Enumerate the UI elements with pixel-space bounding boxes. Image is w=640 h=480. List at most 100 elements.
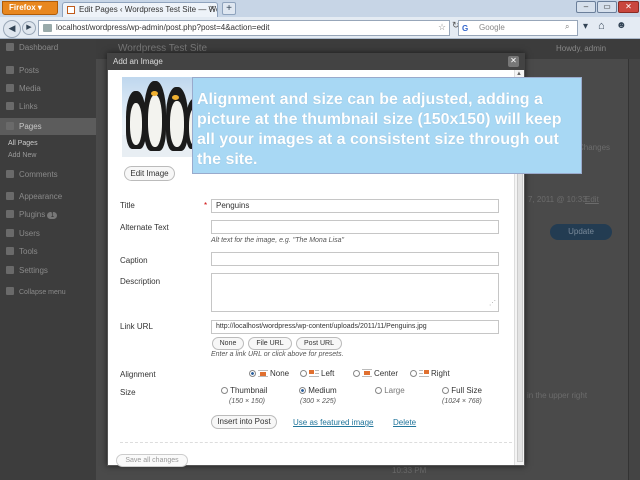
size-thumbnail-label: Thumbnail <box>230 386 268 395</box>
edit-image-button[interactable]: Edit Image <box>124 166 175 181</box>
address-bar[interactable]: localhost/wordpress/wp-admin/post.php?po… <box>38 20 450 36</box>
bg-time-text: 10:33 PM <box>392 466 427 475</box>
tab-close-icon[interactable]: ✕ <box>209 4 216 13</box>
menu-item-users[interactable]: Users <box>6 229 40 238</box>
forward-icon[interactable]: ▶ <box>22 21 36 35</box>
align-none-option[interactable]: None <box>249 369 289 378</box>
menu-item-label: Comments <box>19 170 58 179</box>
save-all-changes-button[interactable]: Save all changes <box>116 454 188 467</box>
google-search-engine-icon: G <box>462 24 469 33</box>
size-medium-option[interactable]: Medium <box>299 386 337 395</box>
align-none-radio[interactable] <box>249 370 256 377</box>
link-url-value: http://localhost/wordpress/wp-content/up… <box>216 323 427 330</box>
tutorial-callout: Alignment and size can be adjusted, addi… <box>192 77 582 174</box>
menu-item-posts[interactable]: Posts <box>6 66 39 75</box>
howdy-menu[interactable]: Howdy, admin <box>556 44 606 53</box>
menu-item-label: Plugins <box>19 210 46 219</box>
bookmarks-icon[interactable]: ▾ <box>583 21 588 32</box>
submenu-add-new[interactable]: Add New <box>8 152 36 159</box>
post-url-button[interactable]: Post URL <box>296 337 342 350</box>
firefox-menu-button[interactable]: Firefox ▾ <box>2 1 58 15</box>
size-full-option[interactable]: Full Size <box>442 386 482 395</box>
title-value: Penguins <box>216 201 250 210</box>
size-medium-radio[interactable] <box>299 387 306 394</box>
menu-item-media[interactable]: Media <box>6 84 41 93</box>
minimize-icon[interactable]: – <box>576 1 596 13</box>
browser-tab-title: Edit Pages ‹ Wordpress Test Site — Word.… <box>79 5 217 14</box>
use-as-featured-image-link[interactable]: Use as featured image <box>293 418 374 427</box>
size-thumbnail-radio[interactable] <box>221 387 228 394</box>
search-placeholder: Google <box>479 23 505 32</box>
home-icon[interactable]: ⌂ <box>598 20 605 32</box>
new-tab-button[interactable]: + <box>222 2 236 15</box>
menu-item-label: Collapse menu <box>19 289 66 296</box>
size-full-label: Full Size <box>451 386 482 395</box>
bg-changes-text: Changes <box>578 143 611 152</box>
link-none-button[interactable]: None <box>212 337 244 350</box>
align-right-label: Right <box>431 369 450 378</box>
menu-item-settings[interactable]: Settings <box>6 266 48 275</box>
menu-item-label: Appearance <box>19 192 63 201</box>
insert-into-post-button[interactable]: Insert into Post <box>211 415 277 429</box>
link-url-field[interactable]: http://localhost/wordpress/wp-content/up… <box>211 320 499 334</box>
modal-close-icon[interactable]: ✕ <box>508 56 519 67</box>
browser-tab[interactable]: Edit Pages ‹ Wordpress Test Site — Word.… <box>62 2 218 17</box>
size-large-option[interactable]: Large <box>375 386 405 395</box>
maximize-icon[interactable]: ▭ <box>597 1 617 13</box>
menu-item-plugins[interactable]: Plugins 1 <box>6 210 58 219</box>
menu-item-comments[interactable]: Comments <box>6 170 58 179</box>
search-box[interactable]: G Google <box>458 20 578 36</box>
menu-item-links[interactable]: Links <box>6 102 38 111</box>
description-field[interactable]: ⋰ <box>211 273 499 312</box>
file-url-button[interactable]: File URL <box>248 337 292 350</box>
link-url-help: Enter a link URL or click above for pres… <box>211 351 344 358</box>
tools-icon <box>6 247 14 255</box>
menu-collapse[interactable]: Collapse menu <box>6 287 66 296</box>
size-full-radio[interactable] <box>442 387 449 394</box>
media-icon <box>6 84 14 92</box>
align-left-icon <box>309 369 319 377</box>
collapse-icon <box>6 287 14 295</box>
menu-item-tools[interactable]: Tools <box>6 247 38 256</box>
menu-item-pages[interactable]: Pages <box>6 122 42 131</box>
align-center-radio[interactable] <box>353 370 360 377</box>
align-left-radio[interactable] <box>300 370 307 377</box>
resize-grip-icon[interactable]: ⋰ <box>489 298 496 310</box>
address-bar-url: localhost/wordpress/wp-admin/post.php?po… <box>56 23 270 32</box>
delete-link[interactable]: Delete <box>393 418 416 427</box>
back-icon[interactable]: ◀ <box>3 20 21 38</box>
menu-item-label: Dashboard <box>19 43 59 52</box>
align-left-option[interactable]: Left <box>300 369 334 378</box>
align-none-icon <box>258 369 268 377</box>
firefox-menu-label: Firefox <box>9 3 36 12</box>
alt-text-field[interactable] <box>211 220 499 234</box>
submenu-all-pages[interactable]: All Pages <box>8 140 38 147</box>
modal-title: Add an Image <box>107 53 525 70</box>
caption-field[interactable] <box>211 252 499 266</box>
size-large-radio[interactable] <box>375 387 382 394</box>
menu-item-label: Media <box>19 84 41 93</box>
menu-item-label: Posts <box>19 66 40 75</box>
align-right-radio[interactable] <box>410 370 417 377</box>
title-field[interactable]: Penguins <box>211 199 499 213</box>
feedback-icon[interactable]: ☻ <box>616 20 627 31</box>
size-thumbnail-option[interactable]: Thumbnail <box>221 386 267 395</box>
required-marker: * <box>204 201 208 210</box>
update-button[interactable]: Update <box>550 224 612 240</box>
update-count-badge: 1 <box>47 212 58 219</box>
menu-item-appearance[interactable]: Appearance <box>6 192 62 201</box>
size-full-dims: (1024 × 768) <box>442 398 482 405</box>
search-icon[interactable]: ⌕ <box>565 22 569 32</box>
appearance-icon <box>6 192 14 200</box>
align-right-option[interactable]: Right <box>410 369 450 378</box>
menu-item-dashboard[interactable]: Dashboard <box>6 43 58 52</box>
window-close-icon[interactable]: ✕ <box>618 1 639 13</box>
bookmark-star-icon[interactable]: ☆ <box>438 22 446 33</box>
size-large-label: Large <box>384 386 405 395</box>
dashboard-icon <box>6 43 14 51</box>
link-url-label: Link URL <box>120 322 153 331</box>
page-scrollbar[interactable] <box>628 59 640 480</box>
bg-edit-link[interactable]: Edit <box>585 195 599 204</box>
menu-item-label: Tools <box>19 247 38 256</box>
align-center-option[interactable]: Center <box>353 369 398 378</box>
